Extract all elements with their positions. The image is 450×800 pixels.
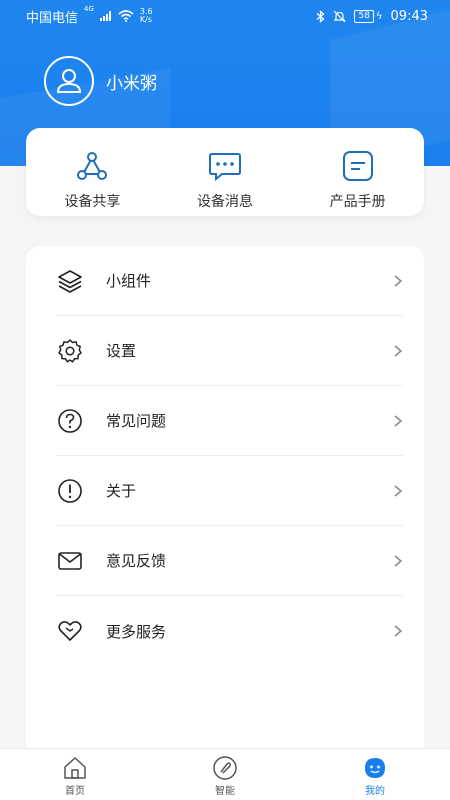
menu-item-label: 设置 <box>106 342 137 360</box>
wifi-icon <box>118 10 134 22</box>
quick-action-label: 产品手册 <box>329 194 386 210</box>
bottom-tab-bar: 首页 智能 我的 <box>0 748 450 800</box>
net-speed-unit: K/s <box>139 15 153 24</box>
menu-item-about[interactable]: 关于 <box>56 456 404 526</box>
net-speed: 3.6 K/s <box>140 8 153 24</box>
quick-action-label: 设备共享 <box>64 194 121 210</box>
tab-me[interactable]: 我的 <box>300 749 450 800</box>
tab-home[interactable]: 首页 <box>0 749 150 800</box>
profile-section[interactable]: 小米粥 <box>44 56 157 106</box>
username: 小米粥 <box>106 73 157 94</box>
bluetooth-icon <box>317 9 325 23</box>
chevron-right-icon <box>394 274 403 287</box>
user-icon <box>56 69 82 93</box>
chevron-right-icon <box>394 625 403 637</box>
tab-smart[interactable]: 智能 <box>150 749 300 800</box>
quick-actions-card: 设备共享 设备消息 产品手册 <box>26 128 424 216</box>
quick-action-device-share[interactable]: 设备共享 <box>26 128 159 216</box>
chevron-right-icon <box>394 344 403 357</box>
chevron-right-icon <box>394 554 403 567</box>
gear-icon <box>56 337 84 365</box>
chevron-right-icon <box>394 484 403 497</box>
tab-label: 智能 <box>215 786 235 797</box>
quick-action-product-manual[interactable]: 产品手册 <box>291 128 424 216</box>
chevron-right-icon <box>394 414 403 427</box>
mute-icon <box>334 10 346 22</box>
mail-icon <box>56 547 84 575</box>
carrier-label: 中国电信 <box>26 10 79 26</box>
menu-item-faq[interactable]: 常见问题 <box>56 386 404 456</box>
charging-icon: ϟ <box>375 10 383 22</box>
share-icon <box>77 152 108 180</box>
heart-icon <box>56 617 84 645</box>
question-icon <box>56 407 84 435</box>
quick-action-device-messages[interactable]: 设备消息 <box>159 128 292 216</box>
menu-item-label: 常见问题 <box>106 412 167 430</box>
tab-label: 首页 <box>65 786 85 797</box>
avatar[interactable] <box>44 56 94 106</box>
menu-item-widgets[interactable]: 小组件 <box>56 246 404 316</box>
home-icon <box>64 757 86 779</box>
status-bar: 中国电信 4G 3.6 K/s 58 ϟ 09:43 <box>0 0 450 32</box>
menu-item-label: 关于 <box>106 482 137 500</box>
network-type: 4G <box>84 4 94 13</box>
menu-item-settings[interactable]: 设置 <box>56 316 404 386</box>
menu-item-feedback[interactable]: 意见反馈 <box>56 526 404 596</box>
menu-item-more-services[interactable]: 更多服务 <box>56 596 404 666</box>
clock: 09:43 <box>390 8 428 24</box>
menu-item-label: 更多服务 <box>106 622 167 641</box>
manual-icon <box>342 151 373 181</box>
signal-icon <box>99 11 111 21</box>
menu-item-label: 意见反馈 <box>106 552 167 570</box>
battery-level: 58 <box>354 9 374 23</box>
menu-list: 小组件 设置 常见问题 关于 意见反馈 更多服务 <box>26 246 424 766</box>
menu-item-label: 小组件 <box>106 272 152 290</box>
info-icon <box>56 477 84 505</box>
tab-label: 我的 <box>365 786 385 797</box>
layers-icon <box>56 267 84 295</box>
me-icon <box>365 758 385 778</box>
message-icon <box>209 153 241 182</box>
smart-icon <box>213 756 237 780</box>
quick-action-label: 设备消息 <box>197 194 253 210</box>
